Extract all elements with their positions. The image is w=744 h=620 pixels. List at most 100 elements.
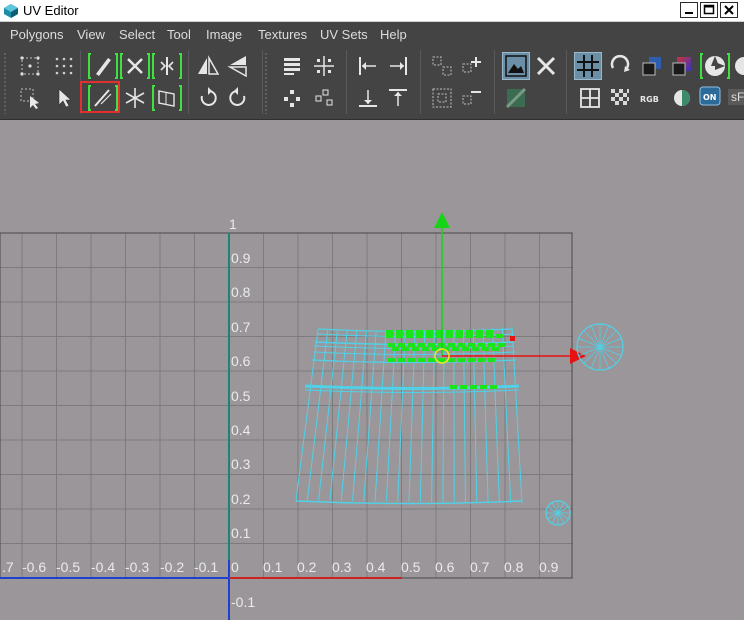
selected-uv (470, 385, 477, 389)
manipulator-rotate-handle-icon[interactable] (576, 323, 624, 371)
uv-smudge-tool-button[interactable] (52, 54, 76, 78)
selected-uv (398, 358, 405, 362)
align-top-icon (389, 89, 407, 106)
grid-uvs-button[interactable] (312, 54, 336, 78)
layout-uvs-button[interactable] (280, 54, 304, 78)
selected-uv (476, 334, 483, 338)
cut-uv-tool-button[interactable] (88, 52, 118, 80)
u-axis-label: 0.1 (263, 559, 283, 575)
rotate-ccw-button[interactable] (196, 86, 220, 110)
selected-uv (392, 347, 399, 351)
highlighted-tool-frame (80, 81, 120, 113)
uv-lattice-tool-button[interactable] (18, 54, 42, 78)
toolbar-grip[interactable] (3, 52, 7, 114)
filter-image-button[interactable] (504, 86, 528, 110)
checker-tiles-button[interactable] (608, 86, 632, 110)
sew-edges-button[interactable] (152, 52, 182, 80)
manipulator-v-arrow-icon[interactable] (434, 212, 450, 228)
mesh-edge (501, 327, 512, 503)
menu-polygons[interactable]: Polygons (10, 27, 63, 42)
u-axis-label: 0.2 (297, 559, 317, 575)
close-button[interactable] (720, 2, 738, 18)
distribute-uvs-button[interactable] (280, 86, 304, 110)
dotted-grid-icon (55, 57, 73, 75)
menu-textures[interactable]: Textures (258, 27, 307, 42)
grid-icon (577, 55, 599, 77)
uv-toolbar: RGB ON sF (0, 46, 744, 120)
svg-text:ON: ON (703, 93, 717, 102)
flip-u-button[interactable] (196, 54, 220, 78)
sew-together-button[interactable] (152, 84, 182, 112)
flip-v-button[interactable] (226, 54, 250, 78)
align-right-icon (390, 57, 407, 75)
manipulator-pivot-icon[interactable] (510, 336, 515, 341)
manipulator-scale-handle-icon[interactable] (545, 500, 571, 526)
selected-uv (480, 385, 487, 389)
menu-uv-sets[interactable]: UV Sets (320, 27, 368, 42)
align-top-button[interactable] (386, 86, 410, 110)
texture-borders-button[interactable] (670, 54, 694, 78)
rgb-channels-button[interactable]: RGB (638, 86, 664, 110)
u-axis-label: -0.5 (56, 559, 80, 575)
align-right-button[interactable] (386, 54, 410, 78)
image-on-toggle-button[interactable]: ON (698, 84, 722, 108)
select-arrow-button[interactable] (52, 86, 76, 110)
maximize-button[interactable] (700, 2, 718, 18)
distortion-shader-button[interactable] (700, 52, 730, 80)
shader-partial-button[interactable] (734, 52, 744, 80)
selected-uvs[interactable] (386, 330, 505, 389)
normalize-uvs-button[interactable] (312, 86, 336, 110)
toolbar-grip[interactable] (264, 52, 268, 114)
uv-viewport[interactable]: 1 0.9 0.8 0.7 0.6 0.5 0.4 0.3 0.2 0.1 -0… (0, 120, 744, 620)
maya-app-icon (4, 4, 18, 18)
dotted-squares-icon (432, 56, 452, 76)
unfold-button[interactable] (120, 84, 150, 112)
toggle-grid-button[interactable] (574, 52, 602, 80)
uv-canvas[interactable]: 1 0.9 0.8 0.7 0.6 0.5 0.4 0.3 0.2 0.1 -0… (0, 120, 744, 620)
aperture-icon (700, 53, 730, 79)
selected-uv (406, 330, 413, 334)
align-left-button[interactable] (356, 54, 380, 78)
v-axis-label: 0.6 (231, 353, 251, 369)
alpha-channel-button[interactable] (670, 86, 694, 110)
manipulator-u-arrow-icon[interactable] (570, 348, 586, 364)
shell-border-button[interactable] (430, 86, 454, 110)
toolbar-separator (566, 50, 567, 114)
snap-toggle-button[interactable] (608, 54, 632, 78)
menu-image[interactable]: Image (206, 27, 242, 42)
handle-spoke (583, 330, 601, 348)
add-uv-set-button[interactable] (460, 54, 484, 78)
gradient-squares-icon (672, 57, 691, 76)
dim-image-button[interactable] (534, 54, 558, 78)
u-axis-label: -0.6 (22, 559, 46, 575)
mesh-edge (304, 389, 520, 393)
pixel-snap-button[interactable] (578, 86, 602, 110)
remove-uv-set-button[interactable] (460, 86, 484, 110)
selected-uv (402, 347, 409, 351)
u-axis-label: 0.8 (504, 559, 524, 575)
shade-uvs-button[interactable] (640, 54, 664, 78)
v-axis-label: -0.1 (231, 594, 255, 610)
overlap-squares-icon (642, 57, 661, 76)
display-image-button[interactable] (502, 52, 530, 80)
rotate-cw-button[interactable] (226, 86, 250, 110)
uv-shell-mesh[interactable] (295, 326, 523, 505)
v-axis-label: 0.3 (231, 456, 251, 472)
selected-uv (468, 343, 475, 347)
u-axis-label: 0.9 (539, 559, 559, 575)
selected-uv (462, 347, 469, 351)
uv-select-tool-button[interactable] (18, 86, 42, 110)
snowflake-icon (125, 88, 145, 108)
menu-tool[interactable]: Tool (167, 27, 191, 42)
half-circle-icon (674, 90, 690, 106)
dots-pyramid-icon (284, 90, 300, 107)
on-toggle-icon: ON (699, 86, 721, 106)
cut-edges-button[interactable] (120, 52, 150, 80)
u-axis-label: -0.4 (91, 559, 115, 575)
align-bottom-button[interactable] (356, 86, 380, 110)
minimize-button[interactable] (680, 2, 698, 18)
menu-help[interactable]: Help (380, 27, 407, 42)
menu-select[interactable]: Select (119, 27, 155, 42)
menu-view[interactable]: View (77, 27, 105, 42)
uv-shell-grid-button[interactable] (430, 54, 454, 78)
